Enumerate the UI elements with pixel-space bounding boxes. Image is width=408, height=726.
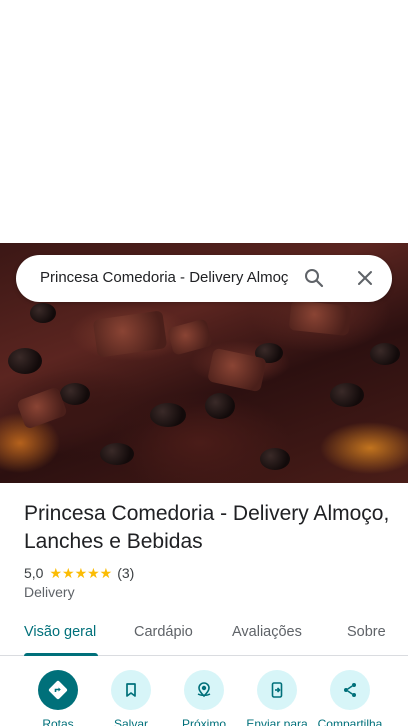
search-icon[interactable]	[302, 266, 326, 290]
directions-icon	[38, 670, 78, 710]
nearby-label: Próximo	[181, 717, 226, 726]
send-to-phone-label: Enviar para	[246, 717, 308, 726]
rating-value: 5,0	[24, 565, 44, 581]
tab-menu[interactable]: Cardápio	[134, 624, 193, 640]
map-area-blank	[0, 0, 408, 243]
send-to-phone-icon	[257, 670, 297, 710]
place-category[interactable]: Delivery	[24, 584, 75, 600]
share-icon	[330, 670, 370, 710]
nearby-button[interactable]: Próximo	[164, 670, 244, 726]
nearby-icon	[184, 670, 224, 710]
bookmark-icon	[111, 670, 151, 710]
send-to-phone-button[interactable]: Enviar para	[237, 670, 317, 726]
save-button[interactable]: Salvar	[91, 670, 171, 726]
search-input[interactable]: Princesa Comedoria - Delivery Almoço	[40, 269, 288, 289]
tab-about[interactable]: Sobre	[347, 624, 386, 640]
search-bar[interactable]: Princesa Comedoria - Delivery Almoço	[16, 255, 392, 302]
star-rating-icon: ★★★★★	[49, 564, 113, 581]
place-title: Princesa Comedoria - Delivery Almoço, La…	[24, 502, 390, 553]
close-icon[interactable]	[353, 266, 377, 290]
tab-overview[interactable]: Visão geral	[24, 624, 96, 640]
directions-label: Rotas	[42, 717, 74, 726]
share-label: Compartilha	[317, 717, 383, 726]
review-count[interactable]: (3)	[117, 565, 134, 581]
share-button[interactable]: Compartilha	[310, 670, 390, 726]
tab-bar: Visão geral Cardápio Avaliações Sobre	[0, 612, 408, 656]
action-bar: Rotas Salvar Próximo Enviar para Compart…	[0, 656, 408, 726]
save-label: Salvar	[113, 717, 148, 726]
tab-reviews[interactable]: Avaliações	[232, 624, 302, 640]
rating-row[interactable]: 5,0 ★★★★★ (3)	[24, 564, 134, 582]
directions-button[interactable]: Rotas	[18, 670, 98, 726]
